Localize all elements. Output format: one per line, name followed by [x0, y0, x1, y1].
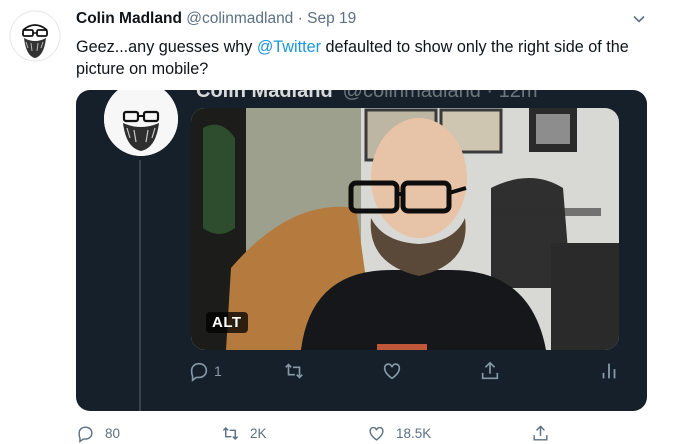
like-button[interactable]: 18.5K — [367, 424, 431, 443]
mention-link[interactable]: @Twitter — [257, 38, 321, 56]
author-avatar[interactable] — [9, 10, 61, 62]
embedded-author-name: Colin Madland — [196, 90, 333, 102]
embedded-handle: @colinmadland · 12m — [342, 90, 538, 102]
tweet-text-part: Geez...any guesses why — [76, 38, 257, 56]
retweet-count: 2K — [250, 426, 267, 441]
share-icon — [481, 361, 499, 380]
reply-button[interactable]: 80 — [76, 424, 120, 443]
share-button[interactable] — [531, 424, 550, 443]
thread-line — [139, 160, 141, 411]
author-name[interactable]: Colin Madland — [76, 10, 182, 27]
retweet-icon — [222, 426, 239, 441]
reply-count: 80 — [105, 426, 121, 441]
separator-dot: · — [297, 10, 303, 27]
embedded-avatar — [104, 90, 178, 156]
embedded-like-action — [381, 360, 403, 382]
tweet-image[interactable]: Colin Madland @colinmadland · 12m ALT 1 — [76, 90, 647, 411]
retweet-button[interactable]: 2K — [221, 424, 267, 443]
share-icon — [533, 425, 548, 441]
embedded-retweet-action — [283, 360, 305, 382]
reply-icon — [78, 426, 93, 443]
tweet-text: Geez...any guesses why @Twitter defaulte… — [76, 36, 661, 80]
reply-icon — [190, 362, 208, 382]
alt-text-badge[interactable]: ALT — [206, 312, 248, 333]
tweet-date[interactable]: Sep 19 — [307, 10, 356, 27]
analytics-icon — [602, 363, 616, 379]
retweet-icon — [285, 363, 303, 379]
embedded-share-action — [479, 360, 501, 382]
like-count: 18.5K — [396, 426, 432, 441]
embedded-reply-action: 1 — [188, 360, 222, 382]
embedded-reply-count: 1 — [214, 363, 222, 379]
embedded-analytics-action — [598, 360, 620, 382]
heart-icon — [369, 426, 384, 441]
tweet-action-bar: 80 2K 18.5K — [76, 424, 576, 444]
embedded-photo[interactable] — [191, 108, 619, 350]
embedded-action-bar: 1 — [188, 360, 628, 384]
author-handle[interactable]: @colinmadland — [186, 10, 293, 27]
embedded-header: Colin Madland @colinmadland · 12m — [196, 90, 538, 103]
tweet-header: Colin Madland @colinmadland · Sep 19 — [76, 10, 356, 32]
chevron-down-icon[interactable] — [632, 12, 646, 26]
heart-icon — [383, 363, 401, 380]
